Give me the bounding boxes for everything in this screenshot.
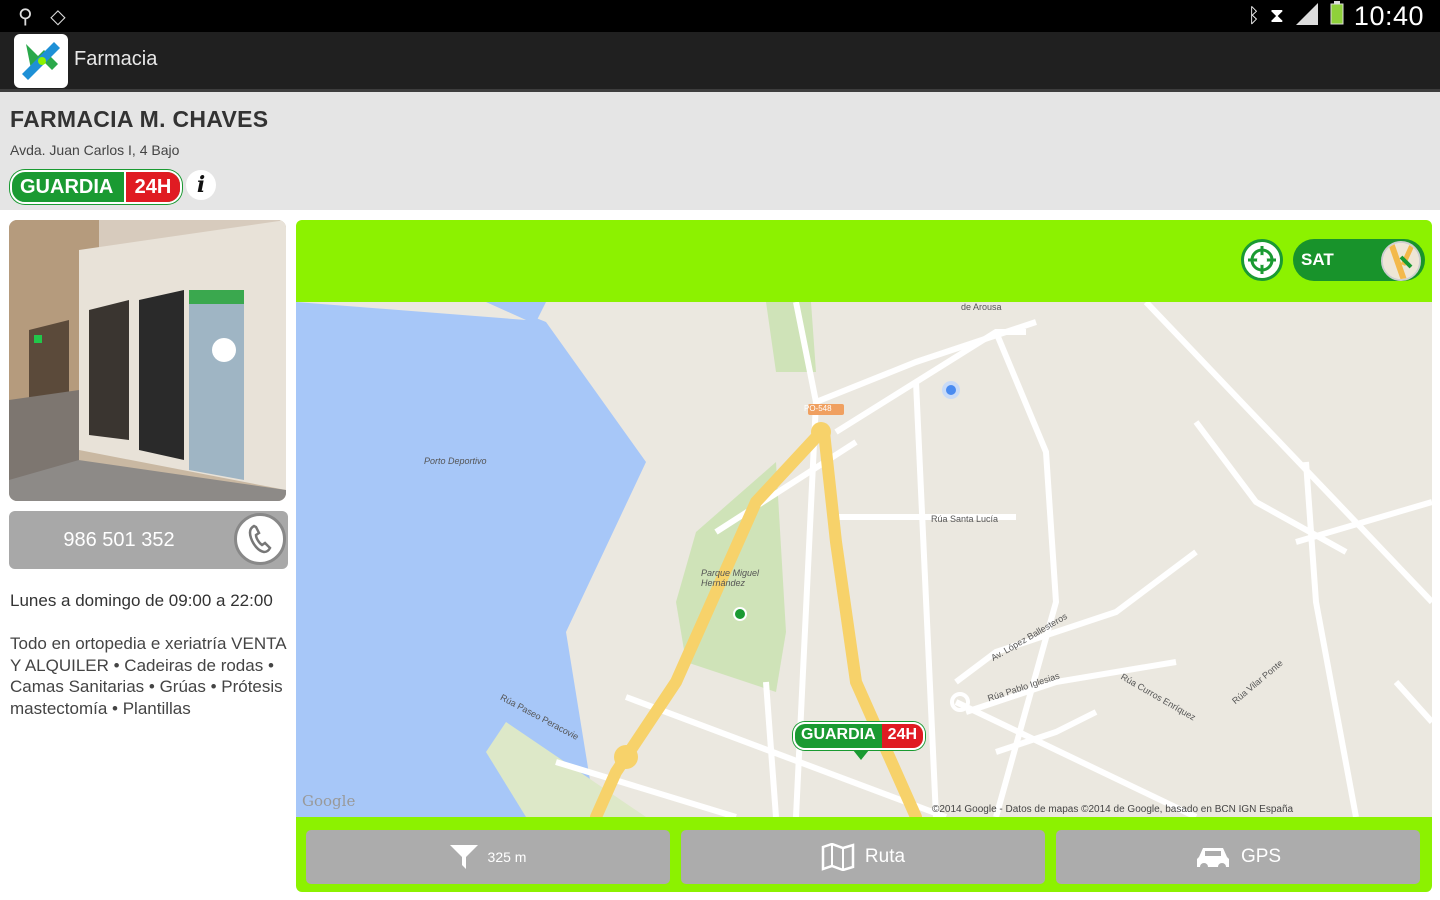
sync-icon: ◇	[50, 6, 66, 28]
pharmacy-description: Todo en ortopedia e xeriatría VENTA Y AL…	[10, 634, 286, 718]
guardia-label: GUARDIA	[20, 175, 114, 198]
my-location-button[interactable]	[1241, 239, 1283, 281]
pharmacy-map-marker[interactable]: GUARDIA 24H	[793, 722, 926, 760]
action-bar: Farmacia	[0, 32, 1440, 92]
crosshair-icon	[1248, 246, 1276, 274]
phone-number: 986 501 352	[63, 529, 175, 551]
pharmacy-address: Avda. Juan Carlos I, 4 Bajo	[10, 142, 180, 158]
hours-label: 24H	[124, 172, 180, 202]
distance-button[interactable]: 325 m	[306, 830, 670, 884]
distance-label: 325 m	[487, 849, 527, 865]
gps-button[interactable]: GPS	[1056, 830, 1420, 884]
guardia-24h-badge: GUARDIA 24H	[10, 170, 182, 204]
phone-icon	[234, 513, 286, 565]
status-right: ᛒ ⧗ 10:40	[1248, 0, 1424, 32]
google-logo: Google	[302, 792, 356, 810]
map-road-tag: PO-548	[804, 404, 832, 413]
satellite-toggle[interactable]: SAT	[1293, 239, 1425, 281]
sat-label: SAT	[1301, 250, 1334, 269]
alarm-icon: ⧗	[1269, 4, 1284, 27]
app-title: Farmacia	[74, 48, 158, 70]
pharmacy-logo-icon[interactable]	[14, 34, 68, 88]
pharmacy-header: FARMACIA M. CHAVES Avda. Juan Carlos I, …	[0, 92, 1440, 210]
info-button[interactable]: i	[186, 170, 216, 200]
map-label-arousa: de Arousa	[961, 302, 1002, 312]
marker-pointer	[853, 750, 869, 760]
map-icon	[821, 843, 855, 871]
pharmacy-name: FARMACIA M. CHAVES	[10, 106, 269, 132]
car-icon	[1196, 848, 1229, 871]
status-left-icons: ⚲ ◇	[18, 4, 66, 29]
info-icon: i	[196, 172, 206, 198]
map-panel: SAT Porto Deportivo Parque Miguel Hernán…	[296, 220, 1432, 892]
clock: 10:40	[1353, 0, 1424, 31]
call-button[interactable]: 986 501 352	[9, 511, 288, 569]
map-label-santa-lucia: Rúa Santa Lucía	[931, 514, 999, 524]
filter-icon	[449, 845, 478, 869]
signal-icon	[1294, 1, 1320, 32]
marker-hours: 24H	[881, 724, 924, 748]
map-label-parque: Parque Miguel Hernández	[701, 568, 760, 588]
pharmacy-photo	[9, 220, 286, 501]
battery-icon	[1330, 0, 1344, 32]
opening-hours: Lunes a domingo de 09:00 a 22:00	[10, 591, 273, 610]
map-attribution: ©2014 Google - Datos de mapas ©2014 de G…	[932, 804, 1294, 815]
map-label-porto: Porto Deportivo	[424, 456, 487, 466]
route-button[interactable]: Ruta	[681, 830, 1045, 884]
usb-icon: ⚲	[18, 6, 33, 28]
status-bar: ⚲ ◇ ᛒ ⧗ 10:40	[0, 0, 1440, 32]
bluetooth-icon: ᛒ	[1247, 4, 1260, 27]
marker-badge: GUARDIA 24H	[793, 722, 926, 750]
map-thumbnail-icon	[1381, 241, 1421, 281]
gps-label: GPS	[1240, 846, 1282, 867]
marker-guardia: GUARDIA	[795, 724, 882, 748]
map-view[interactable]: Porto Deportivo Parque Miguel Hernández …	[296, 302, 1432, 817]
route-label: Ruta	[864, 846, 906, 867]
